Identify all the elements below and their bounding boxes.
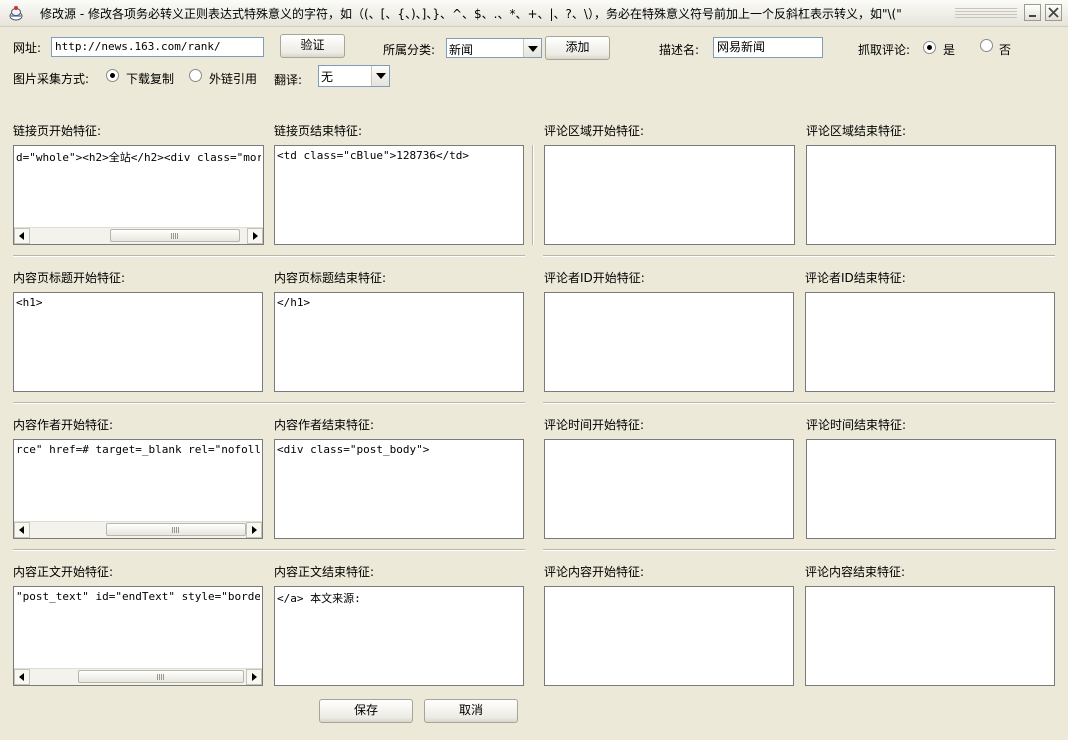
title-start-text: <h1> (16, 296, 43, 309)
title-start-textarea[interactable]: <h1> (13, 292, 263, 392)
link-start-label: 链接页开始特征: (13, 124, 102, 138)
commenter-end-label: 评论者ID结束特征: (805, 271, 906, 285)
cancel-button[interactable]: 取消 (424, 699, 518, 723)
separator (543, 549, 1055, 551)
fetch-comments-yes-label: 是 (943, 43, 956, 57)
author-start-text: rce" href=# target=_blank rel="nofollow"… (16, 443, 260, 456)
commenter-end-textarea[interactable] (805, 292, 1055, 392)
comment-content-start-textarea[interactable] (544, 586, 794, 686)
url-input[interactable]: http://news.163.com/rank/ (51, 37, 264, 57)
image-external-radio[interactable] (189, 69, 202, 82)
separator (13, 255, 525, 257)
fetch-comments-no-radio[interactable] (980, 39, 993, 52)
scroll-left-icon[interactable] (14, 522, 30, 538)
translate-label: 翻译: (274, 73, 303, 87)
body-start-label: 内容正文开始特征: (13, 565, 114, 579)
verify-button[interactable]: 验证 (280, 34, 345, 58)
comment-time-end-textarea[interactable] (806, 439, 1056, 539)
comment-area-end-label: 评论区域结束特征: (806, 124, 907, 138)
desc-input[interactable]: 网易新闻 (713, 37, 823, 58)
link-end-label: 链接页结束特征: (274, 124, 363, 138)
link-end-textarea[interactable]: <td class="cBlue">128736</td> (274, 145, 524, 245)
save-button[interactable]: 保存 (319, 699, 413, 723)
body-start-textarea[interactable]: "post_text" id="endText" style="border-t… (13, 586, 263, 686)
scroll-thumb[interactable] (106, 523, 246, 536)
translate-value: 无 (321, 70, 334, 84)
author-end-text: <div class="post_body"> (277, 443, 430, 456)
commenter-start-textarea[interactable] (544, 292, 794, 392)
author-start-label: 内容作者开始特征: (13, 418, 114, 432)
comment-content-end-label: 评论内容结束特征: (805, 565, 906, 579)
close-button[interactable] (1045, 4, 1062, 21)
chevron-down-icon[interactable] (371, 66, 389, 86)
comment-area-start-textarea[interactable] (544, 145, 795, 245)
category-value: 新闻 (449, 43, 474, 57)
body-end-text: </a> 本文来源: (277, 592, 361, 605)
comment-content-end-textarea[interactable] (805, 586, 1055, 686)
image-mode-label: 图片采集方式: (13, 72, 90, 86)
image-external-label: 外链引用 (209, 72, 258, 86)
author-start-textarea[interactable]: rce" href=# target=_blank rel="nofollow"… (13, 439, 263, 539)
fetch-comments-yes-radio[interactable] (923, 41, 936, 54)
translate-select[interactable]: 无 (318, 65, 390, 87)
category-label: 所属分类: (383, 43, 436, 57)
scroll-thumb[interactable] (110, 229, 240, 242)
scroll-right-icon[interactable] (246, 669, 262, 685)
horizontal-scrollbar[interactable] (14, 668, 262, 685)
body-end-textarea[interactable]: </a> 本文来源: (274, 586, 524, 686)
title-end-textarea[interactable]: </h1> (274, 292, 524, 392)
comment-area-start-label: 评论区域开始特征: (544, 124, 645, 138)
separator (13, 402, 525, 404)
separator (532, 145, 534, 245)
scroll-thumb[interactable] (78, 670, 244, 683)
link-end-text: <td class="cBlue">128736</td> (277, 149, 470, 162)
add-category-button[interactable]: 添加 (545, 36, 610, 60)
link-start-text: d="whole"><h2>全站</h2><div class="more"> (16, 151, 261, 164)
scroll-right-icon[interactable] (246, 522, 262, 538)
link-start-textarea[interactable]: d="whole"><h2>全站</h2><div class="more"> (13, 145, 264, 245)
comment-time-end-label: 评论时间结束特征: (806, 418, 907, 432)
comment-time-start-label: 评论时间开始特征: (544, 418, 645, 432)
title-bar[interactable]: 修改源 - 修改各项务必转义正则表达式特殊意义的字符，如（(、[、{、)、]、}… (0, 0, 1068, 27)
title-end-label: 内容页标题结束特征: (274, 271, 387, 285)
author-end-textarea[interactable]: <div class="post_body"> (274, 439, 524, 539)
title-end-text: </h1> (277, 296, 311, 309)
horizontal-scrollbar[interactable] (14, 521, 262, 538)
author-end-label: 内容作者结束特征: (274, 418, 375, 432)
separator (543, 255, 1055, 257)
chevron-down-icon[interactable] (523, 39, 541, 57)
category-select[interactable]: 新闻 (446, 38, 542, 58)
comment-area-end-textarea[interactable] (806, 145, 1056, 245)
commenter-start-label: 评论者ID开始特征: (544, 271, 645, 285)
minimize-button[interactable] (1024, 4, 1041, 21)
minimize-icon (1029, 15, 1036, 17)
scroll-right-icon[interactable] (247, 228, 263, 244)
comment-content-start-label: 评论内容开始特征: (544, 565, 645, 579)
comment-time-start-textarea[interactable] (544, 439, 794, 539)
fetch-comments-label: 抓取评论: (858, 43, 911, 57)
fetch-comments-no-label: 否 (999, 43, 1012, 57)
url-label: 网址: (13, 41, 42, 55)
app-icon (9, 6, 23, 21)
body-start-text: "post_text" id="endText" style="border-t… (16, 590, 260, 603)
horizontal-scrollbar[interactable] (14, 227, 263, 244)
image-download-label: 下载复制 (126, 72, 175, 86)
scroll-left-icon[interactable] (14, 669, 30, 685)
window-title: 修改源 - 修改各项务必转义正则表达式特殊意义的字符，如（(、[、{、)、]、}… (40, 7, 902, 21)
separator (13, 549, 525, 551)
image-download-radio[interactable] (106, 69, 119, 82)
title-start-label: 内容页标题开始特征: (13, 271, 126, 285)
body-end-label: 内容正文结束特征: (274, 565, 375, 579)
separator (543, 402, 1055, 404)
desc-label: 描述名: (659, 43, 700, 57)
scroll-left-icon[interactable] (14, 228, 30, 244)
close-icon (1048, 7, 1059, 18)
title-grip (955, 8, 1017, 20)
